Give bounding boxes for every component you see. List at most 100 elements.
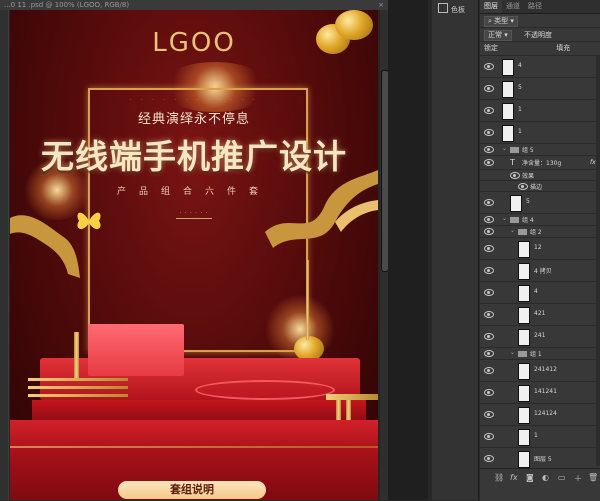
layer-thumbnail [518, 363, 530, 380]
layer-name: 5 [526, 198, 530, 205]
podium-front [32, 400, 366, 422]
effect-visibility-icon[interactable] [510, 172, 520, 179]
layer-row[interactable]: 4 [480, 56, 600, 78]
fx-badge-icon[interactable]: fx [590, 159, 596, 166]
layer-row[interactable]: 421 [480, 304, 600, 326]
adjustment-icon[interactable]: ◐ [542, 473, 549, 482]
tab-channels[interactable]: 通道 [502, 0, 524, 13]
layer-name: 4 拷贝 [534, 268, 552, 275]
layer-row[interactable]: 241 [480, 326, 600, 348]
visibility-eye-icon[interactable] [484, 146, 494, 153]
canvas-vertical-scrollbar[interactable] [380, 10, 389, 500]
visibility-eye-icon[interactable] [484, 85, 494, 92]
layer-row[interactable]: Tfx 净含量：130g [480, 156, 600, 170]
tab-layers[interactable]: 图层 [480, 0, 502, 13]
swatches-header[interactable]: 色板 [438, 3, 465, 15]
layer-row[interactable]: 4 拷贝 [480, 260, 600, 282]
link-icon[interactable]: ⛓ [494, 473, 504, 482]
layer-row[interactable]: 141241 [480, 382, 600, 404]
visibility-eye-icon[interactable] [484, 411, 494, 418]
layer-group-row[interactable]: ⌄ 组 5 [480, 144, 600, 156]
layer-name: 图层 5 [534, 456, 552, 463]
visibility-eye-icon[interactable] [484, 333, 494, 340]
gold-coin-top-small [335, 10, 373, 40]
layer-row[interactable]: 图层 5 [480, 448, 600, 468]
mask-icon[interactable]: ◙ [526, 473, 534, 482]
visibility-eye-icon[interactable] [484, 107, 494, 114]
poster-canvas[interactable]: LGOO · · · · · · · · · · · · 经典演绎永不停息 无线… [10, 10, 378, 500]
caption-button[interactable]: 套组说明 [118, 481, 266, 499]
layer-row[interactable]: 5 [480, 78, 600, 100]
poster-subtitle: 经典演绎永不停息 [137, 112, 250, 127]
visibility-eye-icon[interactable] [484, 389, 494, 396]
visibility-eye-icon[interactable] [484, 455, 494, 462]
layer-row[interactable]: 5 [480, 192, 600, 214]
gold-strip-3 [28, 394, 128, 397]
opacity-label: 不透明度 [523, 31, 552, 39]
text-layer-icon: T [510, 158, 515, 167]
visibility-eye-icon[interactable] [484, 63, 494, 70]
layer-row[interactable]: 12 [480, 238, 600, 260]
layer-row[interactable]: 1 [480, 100, 600, 122]
visibility-eye-icon[interactable] [484, 216, 494, 223]
visibility-eye-icon[interactable] [484, 159, 494, 166]
document-tab-bar: ...0 11 .psd @ 100% (LGOO, RGB/8) × [0, 0, 388, 10]
visibility-eye-icon[interactable] [484, 350, 494, 357]
layer-thumbnail [510, 195, 522, 212]
layer-name: 421 [534, 310, 546, 317]
layer-name: 1 [534, 432, 538, 439]
layers-scrollbar[interactable] [596, 56, 600, 466]
layer-row[interactable]: 4 [480, 282, 600, 304]
layer-group-row[interactable]: ⌄ 组 2 [480, 226, 600, 238]
document-tab-title[interactable]: ...0 11 .psd @ 100% (LGOO, RGB/8) [4, 1, 129, 9]
layer-name: 241412 [534, 366, 557, 373]
expand-caret-icon[interactable]: ⌄ [510, 227, 515, 234]
visibility-eye-icon[interactable] [484, 129, 494, 136]
visibility-eye-icon[interactable] [484, 199, 494, 206]
layer-group-row[interactable]: ⌄ 组 4 [480, 214, 600, 226]
trash-icon[interactable]: 🗑 [588, 473, 598, 482]
fx-icon[interactable]: fx [510, 473, 518, 482]
layer-name: 净含量：130g [522, 160, 562, 167]
visibility-eye-icon[interactable] [484, 245, 494, 252]
visibility-eye-icon[interactable] [484, 367, 494, 374]
folder-icon[interactable]: ▭ [558, 473, 566, 482]
layer-name: 组 4 [522, 217, 534, 224]
layer-row[interactable]: 1 [480, 122, 600, 144]
layer-effect-row[interactable]: 描边 [480, 181, 600, 192]
expand-caret-icon[interactable]: ⌄ [510, 349, 515, 356]
new-layer-icon[interactable]: ＋ [574, 473, 582, 484]
close-tab-icon[interactable]: × [378, 0, 384, 10]
gold-strip-2 [28, 386, 128, 389]
layer-row[interactable]: 241412 [480, 360, 600, 382]
layer-effect-row[interactable]: 效果 [480, 170, 600, 181]
swatches-label: 色板 [451, 6, 465, 14]
color-swatch-panel[interactable]: 色板 [432, 0, 479, 500]
layer-row[interactable]: 124124 [480, 404, 600, 426]
light-beam-post [306, 260, 309, 340]
blend-mode-select[interactable]: 正常 ▾ [484, 30, 512, 41]
effect-visibility-icon[interactable] [518, 183, 528, 190]
expand-caret-icon[interactable]: ⌄ [502, 215, 507, 222]
visibility-eye-icon[interactable] [484, 311, 494, 318]
layer-thumbnail [518, 385, 530, 402]
layer-row[interactable]: 1 [480, 426, 600, 448]
visibility-eye-icon[interactable] [484, 289, 494, 296]
folder-icon [518, 229, 527, 235]
podium-display-board [88, 324, 184, 376]
layer-list[interactable]: 4 5 1 1 ⌄ 组 5 Tfx 净含量：130g 效果 描边 5 ⌄ 组 4 ⌄ 组 2 12 4 拷贝 4 4… [480, 56, 600, 468]
gold-ribbon-left [10, 215, 80, 278]
tab-paths[interactable]: 路径 [524, 0, 546, 13]
layer-thumbnail [502, 103, 514, 120]
layer-thumbnail [502, 81, 514, 98]
layer-thumbnail [518, 307, 530, 324]
visibility-eye-icon[interactable] [484, 228, 494, 235]
visibility-eye-icon[interactable] [484, 433, 494, 440]
expand-caret-icon[interactable]: ⌄ [502, 145, 507, 152]
lock-label: 锁定 [484, 44, 498, 52]
visibility-eye-icon[interactable] [484, 267, 494, 274]
layer-group-row[interactable]: ⌄ 组 1 [480, 348, 600, 360]
layer-name: 描边 [530, 183, 543, 191]
layer-kind-filter[interactable]: ⌕ 类型 ▾ [484, 16, 518, 27]
layer-thumbnail [518, 285, 530, 302]
